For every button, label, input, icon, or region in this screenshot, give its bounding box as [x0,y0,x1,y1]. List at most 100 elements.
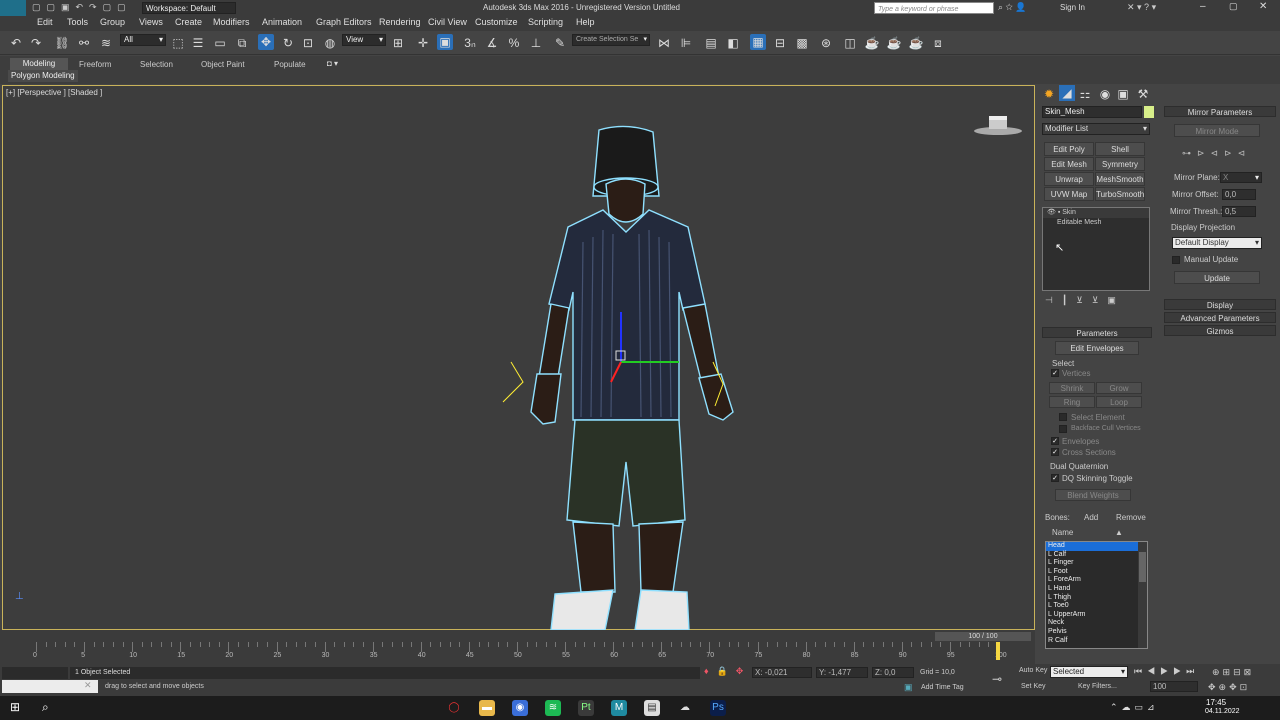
display-projection-dropdown[interactable]: Default Display ▾ [1172,237,1262,249]
time-tag-icon[interactable]: ▣ [904,682,913,693]
spinner-snap-icon[interactable]: ⊥ [528,35,544,51]
envelopes-checkbox[interactable]: ✓ [1051,437,1059,445]
mod-unwrap-uvw-button[interactable]: Unwrap UVW [1044,172,1094,197]
grow-button[interactable]: Grow [1096,382,1142,394]
mirror-tools-icons[interactable]: ⊶⊳⊲⊳⊲ [1182,148,1251,159]
dq-toggle-checkbox[interactable]: ✓ [1051,474,1059,482]
search-input[interactable]: Type a keyword or phrase [874,2,994,14]
pivot-icon[interactable]: ⊞ [390,35,406,51]
x-coord-field[interactable]: X: -0,021 [752,667,812,678]
render-setup-icon[interactable]: ⊛ [818,35,834,51]
cross-sections-checkbox[interactable]: ✓ [1051,448,1059,456]
layer-icon[interactable]: ▤ [703,35,719,51]
ribbon-tab-freeform[interactable]: Freeform [79,60,111,69]
time-slider[interactable]: 100 / 100 [935,632,1031,641]
photoshop-icon[interactable]: Ps [710,700,726,716]
menu-scripting[interactable]: Scripting [528,17,563,27]
y-coord-field[interactable]: Y: -1,477 [816,667,868,678]
viewport-label[interactable]: [+] [Perspective ] [Shaded ] [6,88,102,97]
mirror-offset-field[interactable]: 0,0 [1222,189,1256,200]
select-by-name-icon[interactable]: ☰ [190,35,206,51]
stack-tools-icons[interactable]: ⊣┃⊻⊻▣ [1045,295,1125,306]
mod-symmetry-button[interactable]: Symmetry [1095,157,1145,171]
add-bone-button[interactable]: Add [1084,513,1098,522]
mirror-plane-dropdown[interactable]: X ▾ [1220,172,1262,183]
select-object-icon[interactable]: ⬚ [170,35,186,51]
move-icon[interactable]: ✥ [258,34,274,50]
opera-icon[interactable]: ◯ [446,700,462,716]
playback-controls[interactable]: ⏮◀▶▶⏭ [1134,666,1199,677]
bones-list[interactable]: Head L Calf L Finger L Foot L ForeArm L … [1045,541,1148,649]
rotate-icon[interactable]: ↻ [280,35,296,51]
key-icon[interactable]: ⊸ [992,672,1002,686]
key-filters-button[interactable]: Key Filters... [1078,683,1117,690]
render-iterative-icon[interactable]: ☕ [908,35,924,51]
current-frame-field[interactable]: 100 [1150,681,1198,692]
notepad-icon[interactable]: ▤ [644,700,660,716]
angle-snap-icon[interactable]: ∡ [484,35,500,51]
object-name-field[interactable]: Skin_Mesh [1042,106,1142,118]
ribbon-tab-modeling[interactable]: Modeling [10,58,68,70]
advanced-parameters-rollout[interactable]: Advanced Parameters [1164,312,1276,323]
set-key-button[interactable]: Set Key [1021,683,1046,690]
rect-selection-icon[interactable]: ▭ [212,35,228,51]
object-color-swatch[interactable] [1144,106,1154,118]
mirror-mode-button[interactable]: Mirror Mode [1174,124,1260,137]
hierarchy-tab-icon[interactable]: ⚏ [1077,86,1093,102]
percent-snap-icon[interactable]: % [506,35,522,51]
render-icon[interactable]: ☕ [864,35,880,51]
key-mode-dropdown[interactable]: Selected ▾ [1050,666,1128,678]
isolate-lock-icons[interactable]: ♦🔒✥ [704,666,751,677]
menu-graph-editors[interactable]: Graph Editors [316,17,372,27]
list-item[interactable]: Pelvis [1046,628,1147,637]
file-explorer-icon[interactable]: ▬ [479,700,495,716]
track-bar[interactable]: 0 5 10 15 20 25 30 35 40 45 50 55 60 65 70 75 80 85 90 95 10… [33,642,1007,662]
ring-button[interactable]: Ring [1049,396,1095,408]
motion-tab-icon[interactable]: ◉ [1097,86,1113,102]
stack-item-editable-mesh[interactable]: Editable Mesh [1043,218,1149,228]
mirror-thresh-field[interactable]: 0,5 [1222,206,1256,217]
manual-update-checkbox[interactable] [1172,256,1180,264]
window-crossing-icon[interactable]: ⧉ [234,35,250,51]
vertices-checkbox[interactable]: ✓ [1051,369,1059,377]
minimize-icon[interactable]: – [1200,1,1206,12]
search-icon[interactable]: ⌕ [42,700,49,715]
unlink-icon[interactable]: ⚯ [76,35,92,51]
viewport-nav-icons-2[interactable]: ✥⊕✥⊡ [1208,682,1250,693]
menu-customize[interactable]: Customize [475,17,518,27]
name-column-header[interactable]: Name [1052,528,1073,537]
mirror-icon[interactable]: ⋈ [656,35,672,51]
bind-spacewarp-icon[interactable]: ≋ [98,35,114,51]
menu-rendering[interactable]: Rendering [379,17,421,27]
menu-create[interactable]: Create [175,17,202,27]
windows-start-icon[interactable]: ⊞ [10,700,20,714]
ribbon-tab-object-paint[interactable]: Object Paint [201,60,245,69]
ref-coord-dropdown[interactable]: View ▾ [342,34,386,46]
menu-views[interactable]: Views [139,17,163,27]
list-item[interactable]: L Foot [1046,568,1147,577]
list-item[interactable]: L Calf [1046,551,1147,560]
close-icon[interactable]: ✕ [84,680,92,691]
list-item[interactable]: L ForeArm [1046,576,1147,585]
render-cloud-icon[interactable]: ⧈ [930,35,946,51]
viewcube-icon[interactable] [973,112,1023,136]
render-prod-icon[interactable]: ☕ [886,35,902,51]
place-icon[interactable]: ◍ [322,35,338,51]
bones-scrollbar[interactable] [1138,542,1147,648]
help-icon[interactable]: ✕ ▾ ? ▾ [1127,2,1156,13]
list-item[interactable]: Neck [1046,619,1147,628]
mod-meshsmooth-button[interactable]: MeshSmooth [1095,172,1145,186]
ribbon-subpanel[interactable]: Polygon Modeling [8,70,78,82]
redo-icon[interactable]: ↷ [28,35,44,51]
menu-edit[interactable]: Edit [37,17,53,27]
perspective-viewport[interactable]: [+] [Perspective ] [Shaded ] ⊥ [2,85,1035,631]
ribbon-tab-selection[interactable]: Selection [140,60,173,69]
maxscript-listener[interactable] [2,667,68,679]
display-tab-icon[interactable]: ▣ [1115,86,1131,102]
signin-link[interactable]: Sign In [1060,3,1085,12]
rendered-frame-icon[interactable]: ◫ [842,35,858,51]
gizmos-rollout[interactable]: Gizmos [1164,325,1276,336]
mod-turbosmooth-button[interactable]: TurboSmooth [1095,187,1145,201]
workspace-dropdown[interactable]: Workspace: Default [142,2,236,14]
chrome-icon[interactable]: ◉ [512,700,528,716]
